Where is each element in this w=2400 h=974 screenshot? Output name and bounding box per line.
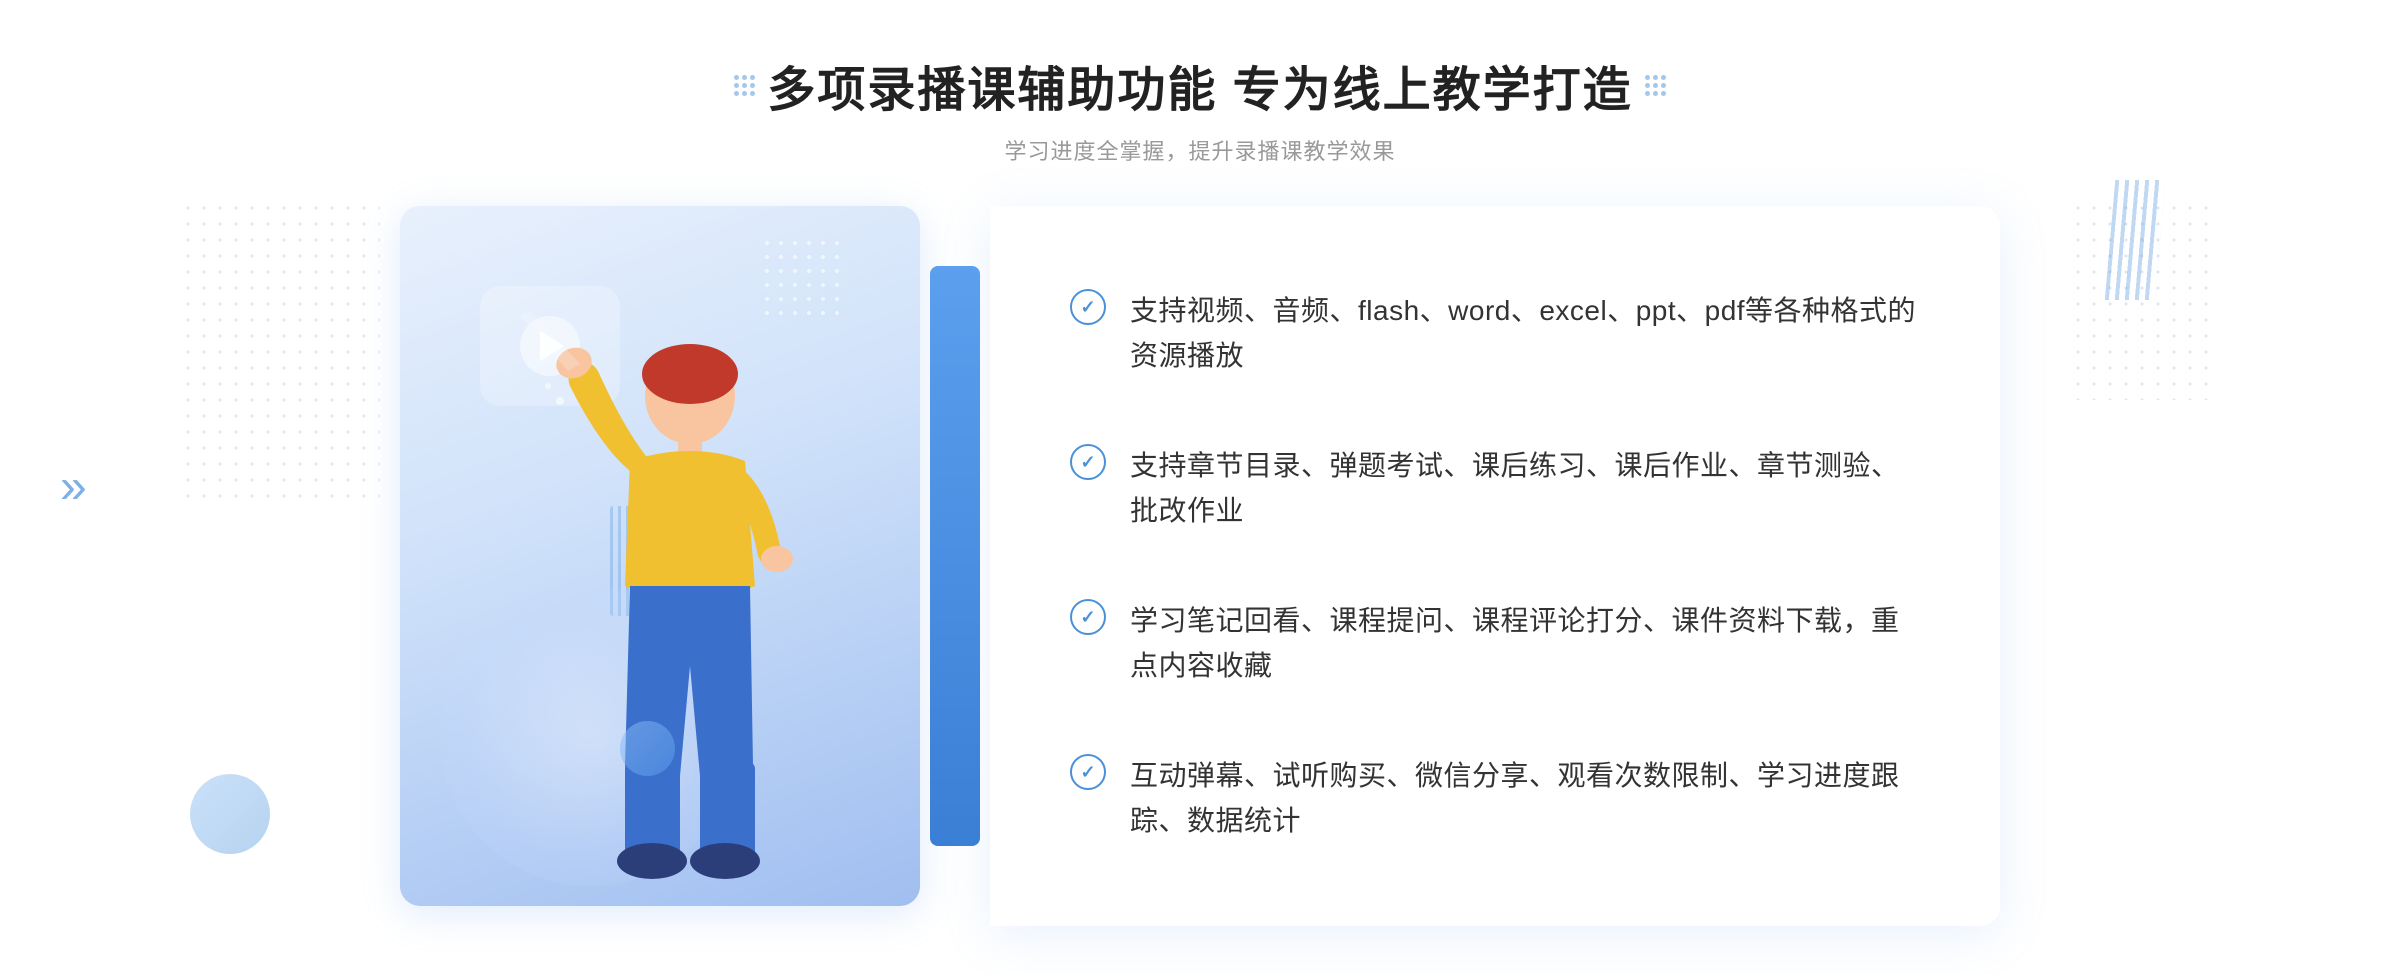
feature-item-3: ✓ 学习笔记回看、课程提问、课程评论打分、课件资料下载，重点内容收藏 <box>1070 583 1920 705</box>
circle-decor-left <box>190 774 270 854</box>
human-figure <box>460 306 840 906</box>
check-icon-3: ✓ <box>1070 599 1106 635</box>
feature-item-2: ✓ 支持章节目录、弹题考试、课后练习、课后作业、章节测验、批改作业 <box>1070 428 1920 550</box>
checkmark-3: ✓ <box>1080 608 1095 626</box>
feature-item-1: ✓ 支持视频、音频、flash、word、excel、ppt、pdf等各种格式的… <box>1070 273 1920 395</box>
check-icon-2: ✓ <box>1070 444 1106 480</box>
feature-text-4: 互动弹幕、试听购买、微信分享、观看次数限制、学习进度跟踪、数据统计 <box>1130 754 1920 844</box>
page-subtitle: 学习进度全掌握，提升录播课教学效果 <box>722 134 1677 166</box>
checkmark-1: ✓ <box>1080 298 1095 316</box>
check-icon-4: ✓ <box>1070 754 1106 790</box>
figure-svg <box>460 306 840 906</box>
dots-decor-left <box>180 200 380 500</box>
check-icon-1: ✓ <box>1070 289 1106 325</box>
illustration-panel <box>400 206 960 926</box>
page-title: 多项录播课辅助功能 专为线上教学打造 <box>767 50 1632 120</box>
checkmark-2: ✓ <box>1080 453 1095 471</box>
chevron-left-icon: » <box>60 460 87 515</box>
feature-text-2: 支持章节目录、弹题考试、课后练习、课后作业、章节测验、批改作业 <box>1130 444 1920 534</box>
title-dots-right-icon <box>1645 75 1666 96</box>
illustration-background <box>400 206 920 906</box>
features-panel: ✓ 支持视频、音频、flash、word、excel、ppt、pdf等各种格式的… <box>990 206 2000 926</box>
illustration-dots-icon <box>760 236 840 316</box>
title-dots-left-icon <box>734 75 755 96</box>
stripe-decor-right <box>2105 180 2165 300</box>
blue-bar-decor <box>930 266 980 846</box>
feature-item-4: ✓ 互动弹幕、试听购买、微信分享、观看次数限制、学习进度跟踪、数据统计 <box>1070 738 1920 860</box>
title-row: 多项录播课辅助功能 专为线上教学打造 <box>722 50 1677 120</box>
feature-text-3: 学习笔记回看、课程提问、课程评论打分、课件资料下载，重点内容收藏 <box>1130 599 1920 689</box>
checkmark-4: ✓ <box>1080 763 1095 781</box>
header-section: 多项录播课辅助功能 专为线上教学打造 学习进度全掌握，提升录播课教学效果 <box>722 50 1677 166</box>
content-area: ✓ 支持视频、音频、flash、word、excel、ppt、pdf等各种格式的… <box>400 206 2000 926</box>
deco-circle-small <box>620 721 675 776</box>
feature-text-1: 支持视频、音频、flash、word、excel、ppt、pdf等各种格式的资源… <box>1130 289 1920 379</box>
page-wrapper: » 多项录播课辅助功能 专为线上教学打造 学习进度全掌握，提升录播课教学效果 <box>0 0 2400 974</box>
